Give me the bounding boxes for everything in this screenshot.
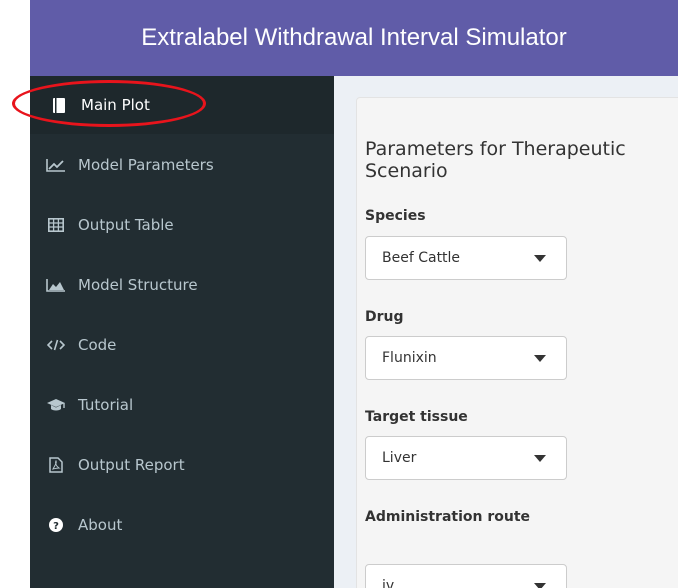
drug-value: Flunixin	[382, 350, 437, 366]
sidebar-item-label: Model Parameters	[78, 156, 214, 174]
area-chart-icon	[46, 278, 66, 292]
sidebar-item-main-plot[interactable]: Main Plot	[30, 76, 337, 134]
sidebar-item-label: Code	[78, 336, 117, 354]
sidebar-item-label: Output Table	[78, 216, 174, 234]
code-icon	[46, 339, 66, 351]
sidebar-item-label: Main Plot	[81, 96, 150, 114]
species-select[interactable]: Beef Cattle	[365, 236, 567, 280]
chevron-down-icon	[534, 582, 546, 588]
app-header: Extralabel Withdrawal Interval Simulator	[30, 0, 678, 76]
sidebar: Main Plot Model Parameters Output Table …	[30, 76, 337, 588]
main-content: Parameters for Therapeutic Scenario Spec…	[334, 76, 678, 588]
parameters-panel: Parameters for Therapeutic Scenario Spec…	[356, 97, 678, 588]
sidebar-item-label: Model Structure	[78, 276, 198, 294]
administration-route-label: Administration route	[365, 509, 531, 525]
target-tissue-select[interactable]: Liver	[365, 436, 567, 480]
sidebar-item-model-parameters[interactable]: Model Parameters	[30, 136, 334, 194]
species-label: Species	[365, 208, 426, 224]
sidebar-item-about[interactable]: ? About	[30, 496, 334, 554]
sidebar-item-model-structure[interactable]: Model Structure	[30, 256, 334, 314]
panel-title: Parameters for Therapeutic Scenario	[365, 138, 626, 182]
target-tissue-label: Target tissue	[365, 409, 468, 425]
sidebar-item-output-table[interactable]: Output Table	[30, 196, 334, 254]
chevron-down-icon	[534, 254, 546, 262]
species-value: Beef Cattle	[382, 250, 461, 266]
sidebar-item-output-report[interactable]: Output Report	[30, 436, 334, 494]
graduation-cap-icon	[46, 398, 66, 412]
chevron-down-icon	[534, 454, 546, 462]
app-title: Extralabel Withdrawal Interval Simulator	[141, 24, 567, 51]
line-chart-icon	[46, 158, 66, 172]
app-window: Extralabel Withdrawal Interval Simulator…	[30, 0, 678, 588]
administration-route-value: iv	[382, 578, 395, 588]
book-icon	[49, 97, 69, 113]
sidebar-item-label: About	[78, 516, 123, 534]
sidebar-item-label: Tutorial	[78, 396, 134, 414]
svg-text:?: ?	[53, 521, 59, 532]
chevron-down-icon	[534, 354, 546, 362]
sidebar-item-label: Output Report	[78, 456, 185, 474]
target-tissue-value: Liver	[382, 450, 417, 466]
pdf-file-icon	[46, 457, 66, 473]
drug-select[interactable]: Flunixin	[365, 336, 567, 380]
question-circle-icon: ?	[46, 518, 66, 532]
administration-route-select[interactable]: iv	[365, 564, 567, 588]
sidebar-item-tutorial[interactable]: Tutorial	[30, 376, 334, 434]
drug-label: Drug	[365, 309, 404, 325]
sidebar-item-code[interactable]: Code	[30, 316, 334, 374]
table-icon	[46, 218, 66, 232]
